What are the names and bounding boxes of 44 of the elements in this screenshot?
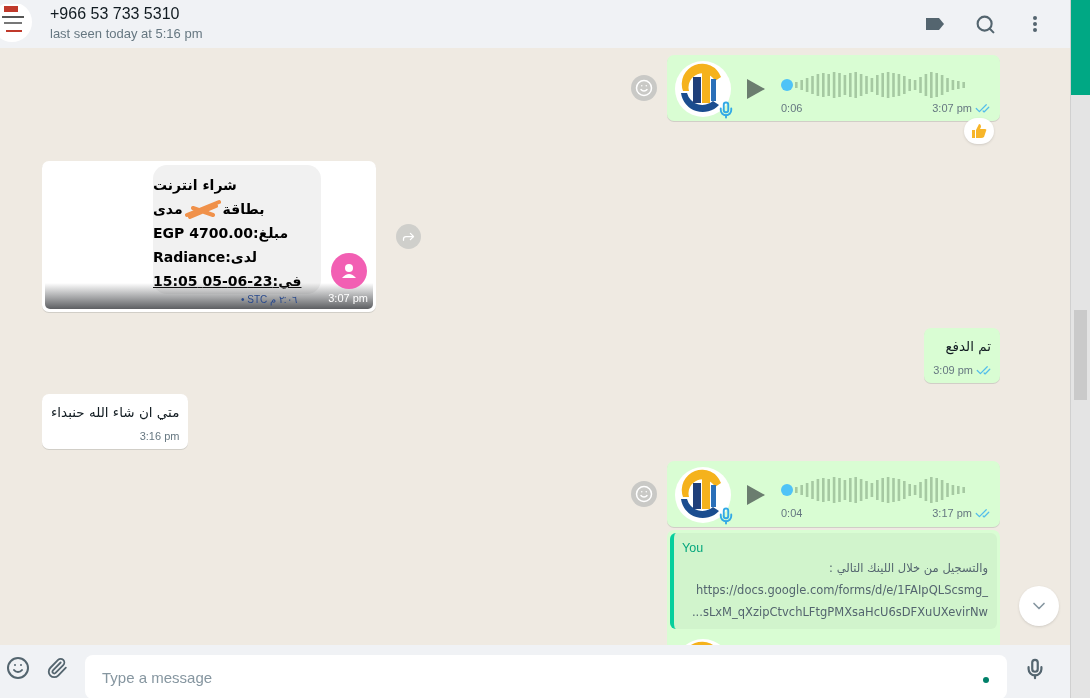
sms-line: في:23-06-05 15:05 — [153, 272, 302, 291]
scribble-mark — [184, 199, 221, 219]
smiley-icon — [635, 79, 653, 97]
sms-line: شراء انترنت — [153, 176, 237, 196]
label-icon — [925, 17, 945, 31]
message-time: 3:16 pm — [139, 429, 180, 444]
emoji-button[interactable] — [5, 655, 31, 681]
paperclip-icon — [46, 657, 68, 679]
contact-avatar — [331, 253, 367, 289]
seek-handle[interactable] — [781, 78, 793, 91]
message-time: 3:07 pm — [932, 100, 972, 116]
smiley-icon — [6, 656, 30, 680]
voice-duration: 0:06 — [781, 100, 803, 116]
voice-duration: 0:04 — [781, 506, 803, 522]
thumbs-up-icon — [970, 122, 988, 140]
play-button[interactable] — [745, 482, 767, 507]
play-icon — [746, 483, 766, 506]
sms-line: لدى:Radiance — [153, 248, 258, 267]
mic-icon — [717, 506, 735, 525]
play-icon — [746, 78, 766, 100]
mic-icon — [1024, 658, 1046, 680]
message-input[interactable]: Type a message — [85, 655, 1007, 698]
quote-text: والتسجيل من خلال اللينك التالي : — [828, 560, 988, 578]
last-seen-status: last seen today at 5:16 pm — [50, 25, 204, 43]
menu-icon — [1033, 16, 1037, 32]
message-time: 3:09 pm — [933, 363, 973, 379]
contact-name[interactable]: +966 53 733 5310 — [50, 5, 920, 23]
smiley-icon — [635, 484, 653, 503]
sms-line: بطاقة — [222, 200, 265, 219]
search-icon — [974, 13, 996, 35]
message-time: 3:07 pm — [328, 290, 368, 306]
quote-text: https://docs.google.com/forms/d/e/1FAIpQLScsmg_ — [694, 582, 988, 600]
seek-handle[interactable] — [781, 484, 793, 497]
play-button[interactable] — [745, 77, 767, 101]
message-time: 3:17 pm — [932, 506, 972, 522]
message-text: تم الدفع — [944, 337, 991, 357]
message-text: متي ان شاء الله حنبداء — [51, 402, 180, 422]
sms-line: مبلغ:EGP 4700.00 — [153, 224, 289, 244]
quote-author: You — [682, 539, 705, 557]
sms-caption: ٢:٠٦ م STC • — [241, 293, 297, 307]
contact-avatar[interactable] — [0, 4, 32, 44]
sms-line: مدى — [153, 200, 183, 219]
quote-text: ...sLxM_qXzipCtvchLFtgPMXsaHcU6sDFXuUXevirNw — [690, 604, 988, 622]
mic-icon — [717, 101, 735, 119]
